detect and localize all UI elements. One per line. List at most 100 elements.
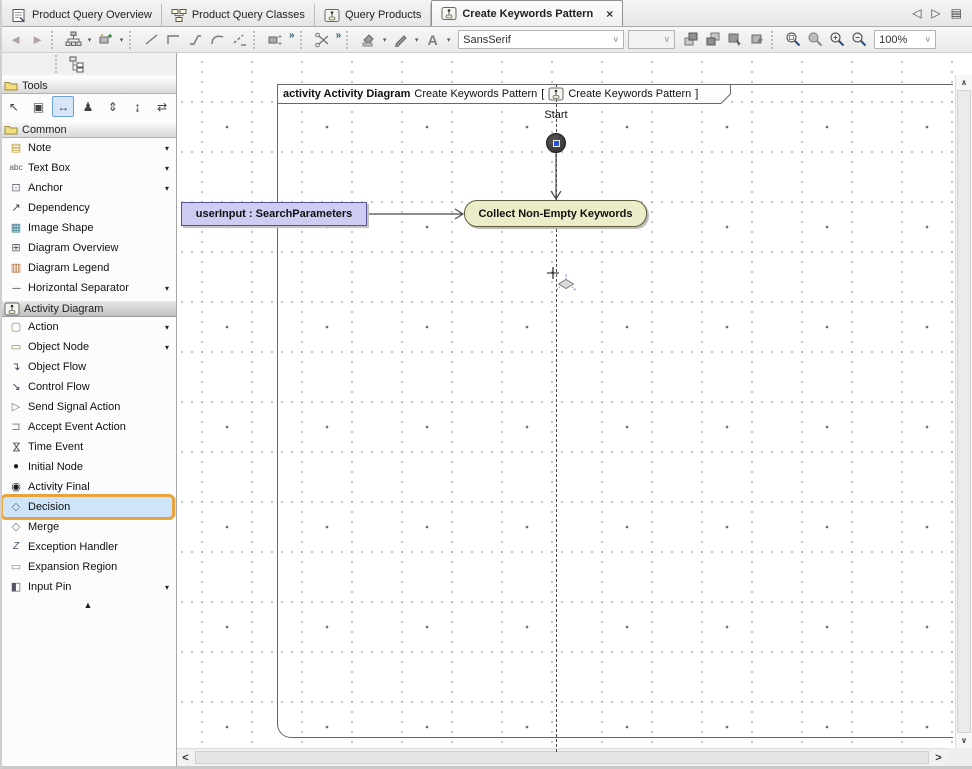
horizontal-scrollbar-thumb[interactable] [195,751,929,764]
fill-color-button[interactable] [358,30,379,50]
more-edit-icon[interactable]: » [334,30,344,41]
cut-button[interactable] [312,30,333,50]
chevron-down-icon[interactable]: ▾ [117,36,126,44]
palette-item-expansion-region[interactable]: ▭ Expansion Region [0,557,176,577]
zoom-original-button[interactable] [805,30,826,50]
object-node[interactable]: userInput : SearchParameters [181,202,367,226]
make-space-button[interactable] [265,30,286,50]
palette-item-accept-event-action[interactable]: ⊐ Accept Event Action [0,417,176,437]
palette-item-object-node[interactable]: ▭ Object Node ▾ [0,337,176,357]
quick-layout-button[interactable] [95,30,116,50]
palette-item-anchor[interactable]: ⊡ Anchor ▾ [0,178,176,198]
palette-section-common[interactable]: Common [0,121,176,138]
horizontal-scrollbar[interactable]: < > [177,748,947,766]
chevron-down-icon[interactable]: ▾ [165,144,169,153]
palette-item-merge[interactable]: ◇ Merge [0,517,176,537]
chevron-down-icon[interactable]: ▾ [165,284,169,293]
zoom-out-button[interactable] [849,30,870,50]
layout-hierarchy-button[interactable] [63,30,84,50]
marquee-select-tool[interactable]: ▣ [28,96,50,117]
palette-item-diagram-legend[interactable]: ▥ Diagram Legend [0,258,176,278]
path-custom-button[interactable] [229,30,250,50]
palette-item-diagram-overview[interactable]: ⊞ Diagram Overview [0,238,176,258]
chevron-down-icon[interactable]: ▾ [444,36,453,44]
zoom-region-button[interactable] [783,30,804,50]
zoom-level-select[interactable]: 100% ∨ [874,30,936,49]
palette-item-initial-node[interactable]: ● Initial Node [0,457,176,477]
font-color-button[interactable]: A [422,30,443,50]
next-tab-icon[interactable]: ▷ [931,6,940,20]
bring-to-front-button[interactable] [681,30,702,50]
palette-item-dependency[interactable]: ↗ Dependency [0,198,176,218]
containment-tree-button[interactable] [66,54,87,74]
distribute-vertical-tool[interactable]: ⇕ [102,96,124,117]
zoom-in-button[interactable] [827,30,848,50]
tab-query-products[interactable]: Query Products [315,4,431,26]
more-tools-icon[interactable]: » [287,30,297,41]
compress-vertical-tool[interactable]: ↨ [127,96,149,117]
palette-scroll-up[interactable]: ▲ [0,597,176,613]
frame-header[interactable]: activity Activity Diagram Create Keyword… [283,86,698,102]
vertical-scrollbar-thumb[interactable] [957,90,971,733]
chevron-down-icon[interactable]: ▾ [85,36,94,44]
select-in-containment-tree-button[interactable] [725,30,746,50]
tab-list-icon[interactable]: ▤ [951,6,962,20]
palette-item-control-flow[interactable]: ↘ Control Flow [0,377,176,397]
path-straight-button[interactable] [141,30,162,50]
scroll-down-button[interactable]: ∨ [956,733,972,748]
chevron-down-icon[interactable]: ▾ [165,343,169,352]
palette-item-decision[interactable]: ◇ Decision [0,497,176,517]
palette-item-horizontal-separator[interactable]: ---- Horizontal Separator ▾ [0,278,176,298]
vertical-scrollbar[interactable]: ∧ ∨ [955,75,972,748]
diagram-canvas[interactable]: activity Activity Diagram Create Keyword… [177,53,972,766]
palette-item-image-shape[interactable]: ▦ Image Shape [0,218,176,238]
palette-item-input-pin[interactable]: ◧ Input Pin ▾ [0,577,176,597]
selection-handle[interactable] [553,140,560,147]
zoom-level-value: 100% [879,34,907,46]
palette-item-exception-handler[interactable]: Z Exception Handler [0,537,176,557]
action-node[interactable]: Collect Non-Empty Keywords [464,200,647,227]
palette-item-activity-final[interactable]: ◉ Activity Final [0,477,176,497]
line-color-icon [392,31,409,48]
path-rectilinear-button[interactable] [163,30,184,50]
sticker-tool[interactable]: ♟ [77,96,99,117]
select-tool[interactable]: ↖ [3,96,25,117]
palette-item-note[interactable]: ▤ Note ▾ [0,138,176,158]
time-event-icon: ⋈ [10,438,22,456]
back-button[interactable]: ◄ [5,30,26,50]
font-size-select[interactable]: ∨ [628,30,675,49]
chevron-down-icon[interactable]: ▾ [165,184,169,193]
scroll-right-button[interactable]: > [930,749,947,766]
chevron-down-icon[interactable]: ▾ [412,36,421,44]
chevron-down-icon[interactable]: ▾ [165,323,169,332]
close-icon[interactable]: × [606,9,613,19]
palette-item-action[interactable]: ▢ Action ▾ [0,317,176,337]
prev-tab-icon[interactable]: ◁ [912,6,921,20]
edit-properties-button[interactable] [747,30,768,50]
line-color-button[interactable] [390,30,411,50]
palette-item-text-box[interactable]: abc Text Box ▾ [0,158,176,178]
tab-product-query-overview[interactable]: Product Query Overview [2,4,162,26]
palette-item-time-event[interactable]: ⋈ Time Event [0,437,176,457]
font-family-select[interactable]: SansSerif ∨ [458,30,624,49]
tab-product-query-classes[interactable]: Product Query Classes [162,4,315,26]
scroll-left-button[interactable]: < [177,749,194,766]
palette-item-object-flow[interactable]: ↴ Object Flow [0,357,176,377]
object-node-label: userInput : SearchParameters [196,208,353,220]
link-tool[interactable]: ↔ [52,96,74,117]
palette-section-tools[interactable]: Tools [0,77,176,94]
forward-button[interactable]: ► [27,30,48,50]
palette-section-activity-diagram[interactable]: Activity Diagram [0,300,176,317]
scroll-up-button[interactable]: ∧ [956,75,972,90]
chevron-down-icon[interactable]: ▾ [165,583,169,592]
send-to-back-button[interactable] [703,30,724,50]
tab-label: Product Query Overview [32,9,152,21]
palette-item-send-signal-action[interactable]: ▷ Send Signal Action [0,397,176,417]
chevron-down-icon[interactable]: ▾ [380,36,389,44]
path-curved-button[interactable] [207,30,228,50]
swap-elements-tool[interactable]: ⇄ [151,96,173,117]
tab-create-keywords-pattern[interactable]: Create Keywords Pattern × [431,0,623,26]
path-oblique-button[interactable] [185,30,206,50]
initial-node[interactable] [546,133,566,153]
chevron-down-icon[interactable]: ▾ [165,164,169,173]
